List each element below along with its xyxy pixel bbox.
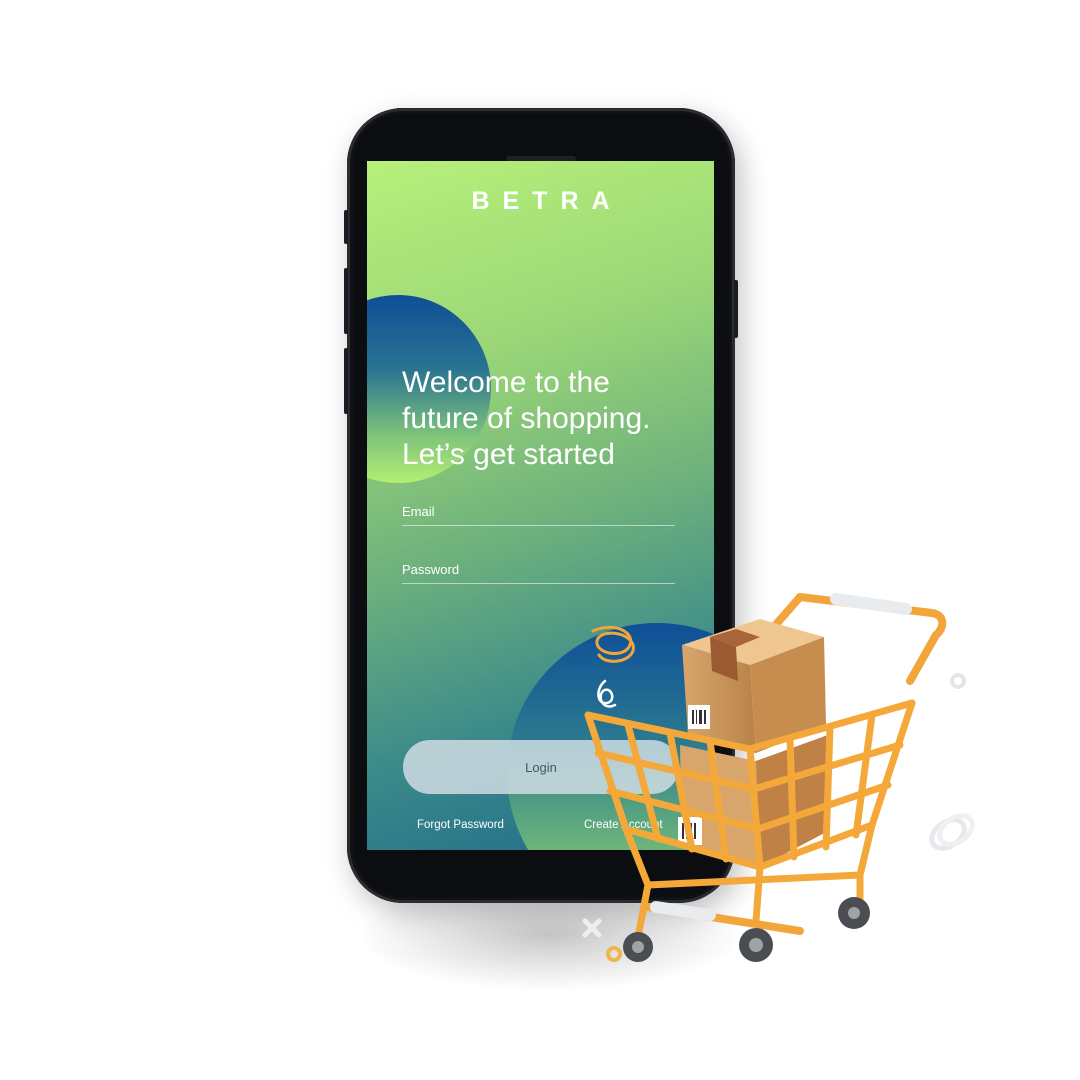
welcome-headline: Welcome to the future of shopping. Let’s… — [402, 365, 702, 473]
spiral-icon — [929, 813, 975, 851]
phone-side-button — [344, 210, 348, 244]
password-field[interactable]: Password — [402, 562, 675, 584]
shopping-cart-icon — [584, 593, 947, 962]
email-field[interactable]: Email — [402, 504, 675, 526]
email-label: Email — [402, 504, 435, 519]
phone-volume-up-button — [344, 268, 348, 334]
ring-icon — [950, 673, 966, 689]
headline-line: future of shopping. — [402, 402, 651, 435]
brand-logo: BETRA — [471, 187, 623, 215]
password-label: Password — [402, 562, 460, 577]
phone-volume-down-button — [344, 348, 348, 414]
forgot-password-link[interactable]: Forgot Password — [417, 819, 504, 831]
headline-line: Welcome to the — [402, 366, 610, 399]
ring-icon — [606, 946, 622, 962]
phone-power-button — [734, 280, 738, 338]
close-x-icon — [582, 918, 602, 938]
headline-line: Let’s get started — [402, 438, 615, 471]
